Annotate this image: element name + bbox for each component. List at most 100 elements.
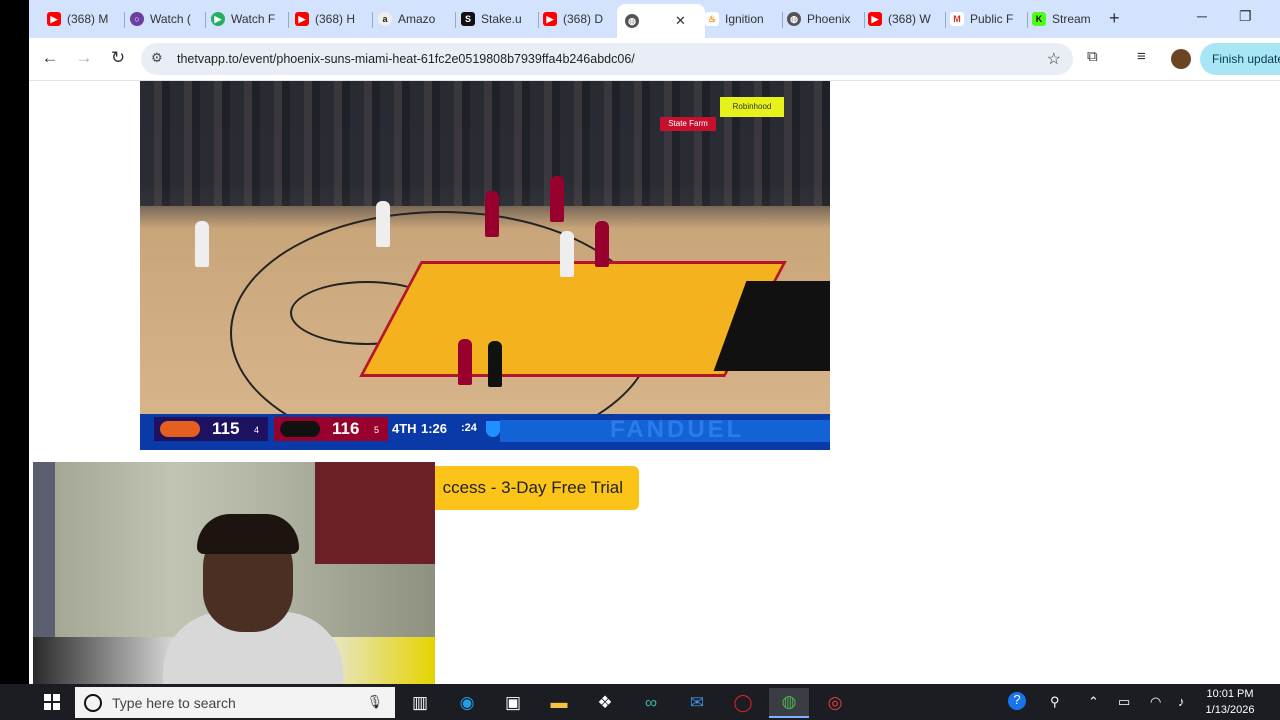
new-tab-icon[interactable]: + xyxy=(1109,8,1120,29)
team1-score: 115 xyxy=(212,419,240,438)
file-explorer-icon[interactable]: ▬ xyxy=(539,688,579,718)
player xyxy=(550,176,564,222)
suns-logo-icon xyxy=(160,421,200,437)
free-trial-button[interactable]: ccess - 3-Day Free Trial xyxy=(419,466,639,510)
purple-ring-icon: ○ xyxy=(130,12,144,26)
tab-label: Public F xyxy=(970,12,1014,26)
back-icon[interactable]: ← xyxy=(39,48,61,68)
tab-label: Phoenix xyxy=(807,12,851,26)
media-controls-icon[interactable]: ≡ xyxy=(1137,48,1146,65)
restore-icon[interactable]: ❐ xyxy=(1239,8,1252,25)
avatar[interactable] xyxy=(1171,49,1191,69)
team1-panel: 115 4 xyxy=(154,417,268,441)
address-bar[interactable]: ⚙ thetvapp.to/event/phoenix-suns-miami-h… xyxy=(141,43,1073,75)
shot-clock: :24 xyxy=(461,422,477,434)
gmail-icon: M xyxy=(950,12,964,26)
tab-separator xyxy=(538,12,539,28)
clock-time: 10:01 PM xyxy=(1206,688,1254,700)
youtube-icon: ▶ xyxy=(543,12,557,26)
finish-update-button[interactable]: Finish update xyxy=(1200,43,1280,75)
kick-icon: K xyxy=(1032,12,1046,26)
opera-icon[interactable]: ◯ xyxy=(723,688,763,718)
tab-label: (368) M xyxy=(67,12,109,26)
obs-icon[interactable]: ◎ xyxy=(815,688,855,718)
dropbox-icon[interactable]: ❖ xyxy=(585,688,625,718)
tab-label: (368) W xyxy=(888,12,931,26)
close-icon[interactable]: ✕ xyxy=(675,13,686,29)
youtube-icon: ▶ xyxy=(295,12,309,26)
volume-icon[interactable]: ♪ xyxy=(1178,694,1185,709)
tab-4[interactable]: ▶ (368) H xyxy=(295,7,369,31)
team1-timeouts: 4 xyxy=(254,425,260,435)
taskbar-search[interactable]: Type here to search 🎙 xyxy=(75,687,395,718)
bookmark-star-icon[interactable]: ☆ xyxy=(1047,49,1061,69)
mail-icon[interactable]: ✉ xyxy=(677,688,717,718)
tab-1[interactable]: ▶ (368) M xyxy=(47,7,121,31)
green-play-icon: ▶ xyxy=(211,12,225,26)
amazon-icon: a xyxy=(378,12,392,26)
tab-label: (368) D xyxy=(563,12,604,26)
player xyxy=(195,221,209,267)
tab-8-active[interactable]: ◍ ✕ xyxy=(617,4,705,38)
youtube-icon: ▶ xyxy=(47,12,61,26)
url-text[interactable]: thetvapp.to/event/phoenix-suns-miami-hea… xyxy=(177,52,635,66)
youtube-icon: ▶ xyxy=(868,12,882,26)
tab-11[interactable]: ▶ (368) W xyxy=(868,7,942,31)
tab-2[interactable]: ○ Watch ( xyxy=(130,7,202,31)
forward-icon[interactable]: → xyxy=(73,48,95,68)
battery-icon[interactable]: ▭ xyxy=(1118,694,1130,710)
tab-label: Ignition xyxy=(725,12,764,26)
left-black-bar xyxy=(0,0,29,684)
tab-separator xyxy=(864,12,865,28)
tab-5[interactable]: a Amazo xyxy=(378,7,452,31)
tab-strip: ▶ (368) M ○ Watch ( ▶ Watch F ▶ (368) H … xyxy=(29,0,1280,38)
shield-icon xyxy=(486,421,500,437)
scorebug: 115 4 116 5 4TH 1:26 :24 FANDUEL xyxy=(140,414,830,450)
tab-separator xyxy=(205,12,206,28)
tab-label: Watch F xyxy=(231,12,275,26)
player xyxy=(595,221,609,267)
minimize-icon[interactable]: ─ xyxy=(1197,8,1207,24)
globe-icon: ◍ xyxy=(787,12,801,26)
player xyxy=(458,339,472,385)
people-icon[interactable]: ⚲ xyxy=(1050,694,1060,710)
tab-separator xyxy=(1027,12,1028,28)
windows-start-icon[interactable] xyxy=(44,694,60,710)
microphone-icon[interactable]: 🎙 xyxy=(366,694,383,710)
taskbar: Type here to search 🎙 ▥ ◉ ▣ ▬ ❖ ∞ ✉ ◯ ◍ … xyxy=(0,684,1280,720)
team2-panel: 116 5 xyxy=(274,417,388,441)
chevron-up-icon[interactable]: ⌃ xyxy=(1088,694,1099,710)
edge-icon[interactable]: ◉ xyxy=(447,688,487,718)
webcam-overlay xyxy=(33,462,435,684)
tab-9[interactable]: ♨ Ignition xyxy=(705,7,779,31)
tab-10[interactable]: ◍ Phoenix xyxy=(787,7,861,31)
store-icon[interactable]: ▣ xyxy=(493,688,533,718)
site-info-icon[interactable]: ⚙ xyxy=(151,50,163,66)
wifi-icon[interactable]: ◠ xyxy=(1150,694,1161,710)
video-player[interactable]: Robinhood State Farm 115 4 116 5 4TH 1:2… xyxy=(140,81,830,450)
browser-toolbar: ← → ↻ ⚙ thetvapp.to/event/phoenix-suns-m… xyxy=(29,38,1280,81)
tab-separator xyxy=(372,12,373,28)
webcam-curtain xyxy=(315,462,435,564)
tab-label: Stake.u xyxy=(481,12,522,26)
task-view-icon[interactable]: ▥ xyxy=(400,688,440,718)
broadcast-brand: FANDUEL xyxy=(610,416,745,443)
tab-separator xyxy=(124,12,125,28)
tab-6[interactable]: S Stake.u xyxy=(461,7,535,31)
tab-label: (368) H xyxy=(315,12,356,26)
tab-13[interactable]: K Stream xyxy=(1032,7,1106,31)
chrome-icon[interactable]: ◍ xyxy=(769,688,809,718)
reload-icon[interactable]: ↻ xyxy=(107,48,129,68)
sponsor-banner: State Farm xyxy=(660,117,716,131)
heat-logo-icon xyxy=(280,421,320,437)
tab-12[interactable]: M Public F xyxy=(950,7,1024,31)
help-icon[interactable]: ? xyxy=(1008,692,1026,710)
flame-icon: ♨ xyxy=(705,12,719,26)
tab-7[interactable]: ▶ (368) D xyxy=(543,7,615,31)
tab-3[interactable]: ▶ Watch F xyxy=(211,7,285,31)
game-clock: 1:26 xyxy=(421,421,448,436)
player xyxy=(376,201,390,247)
infinity-icon[interactable]: ∞ xyxy=(631,688,671,718)
system-clock[interactable]: 10:01 PM 1/13/2026 xyxy=(1195,686,1265,718)
lens-icon[interactable]: ⧉ xyxy=(1087,48,1098,65)
